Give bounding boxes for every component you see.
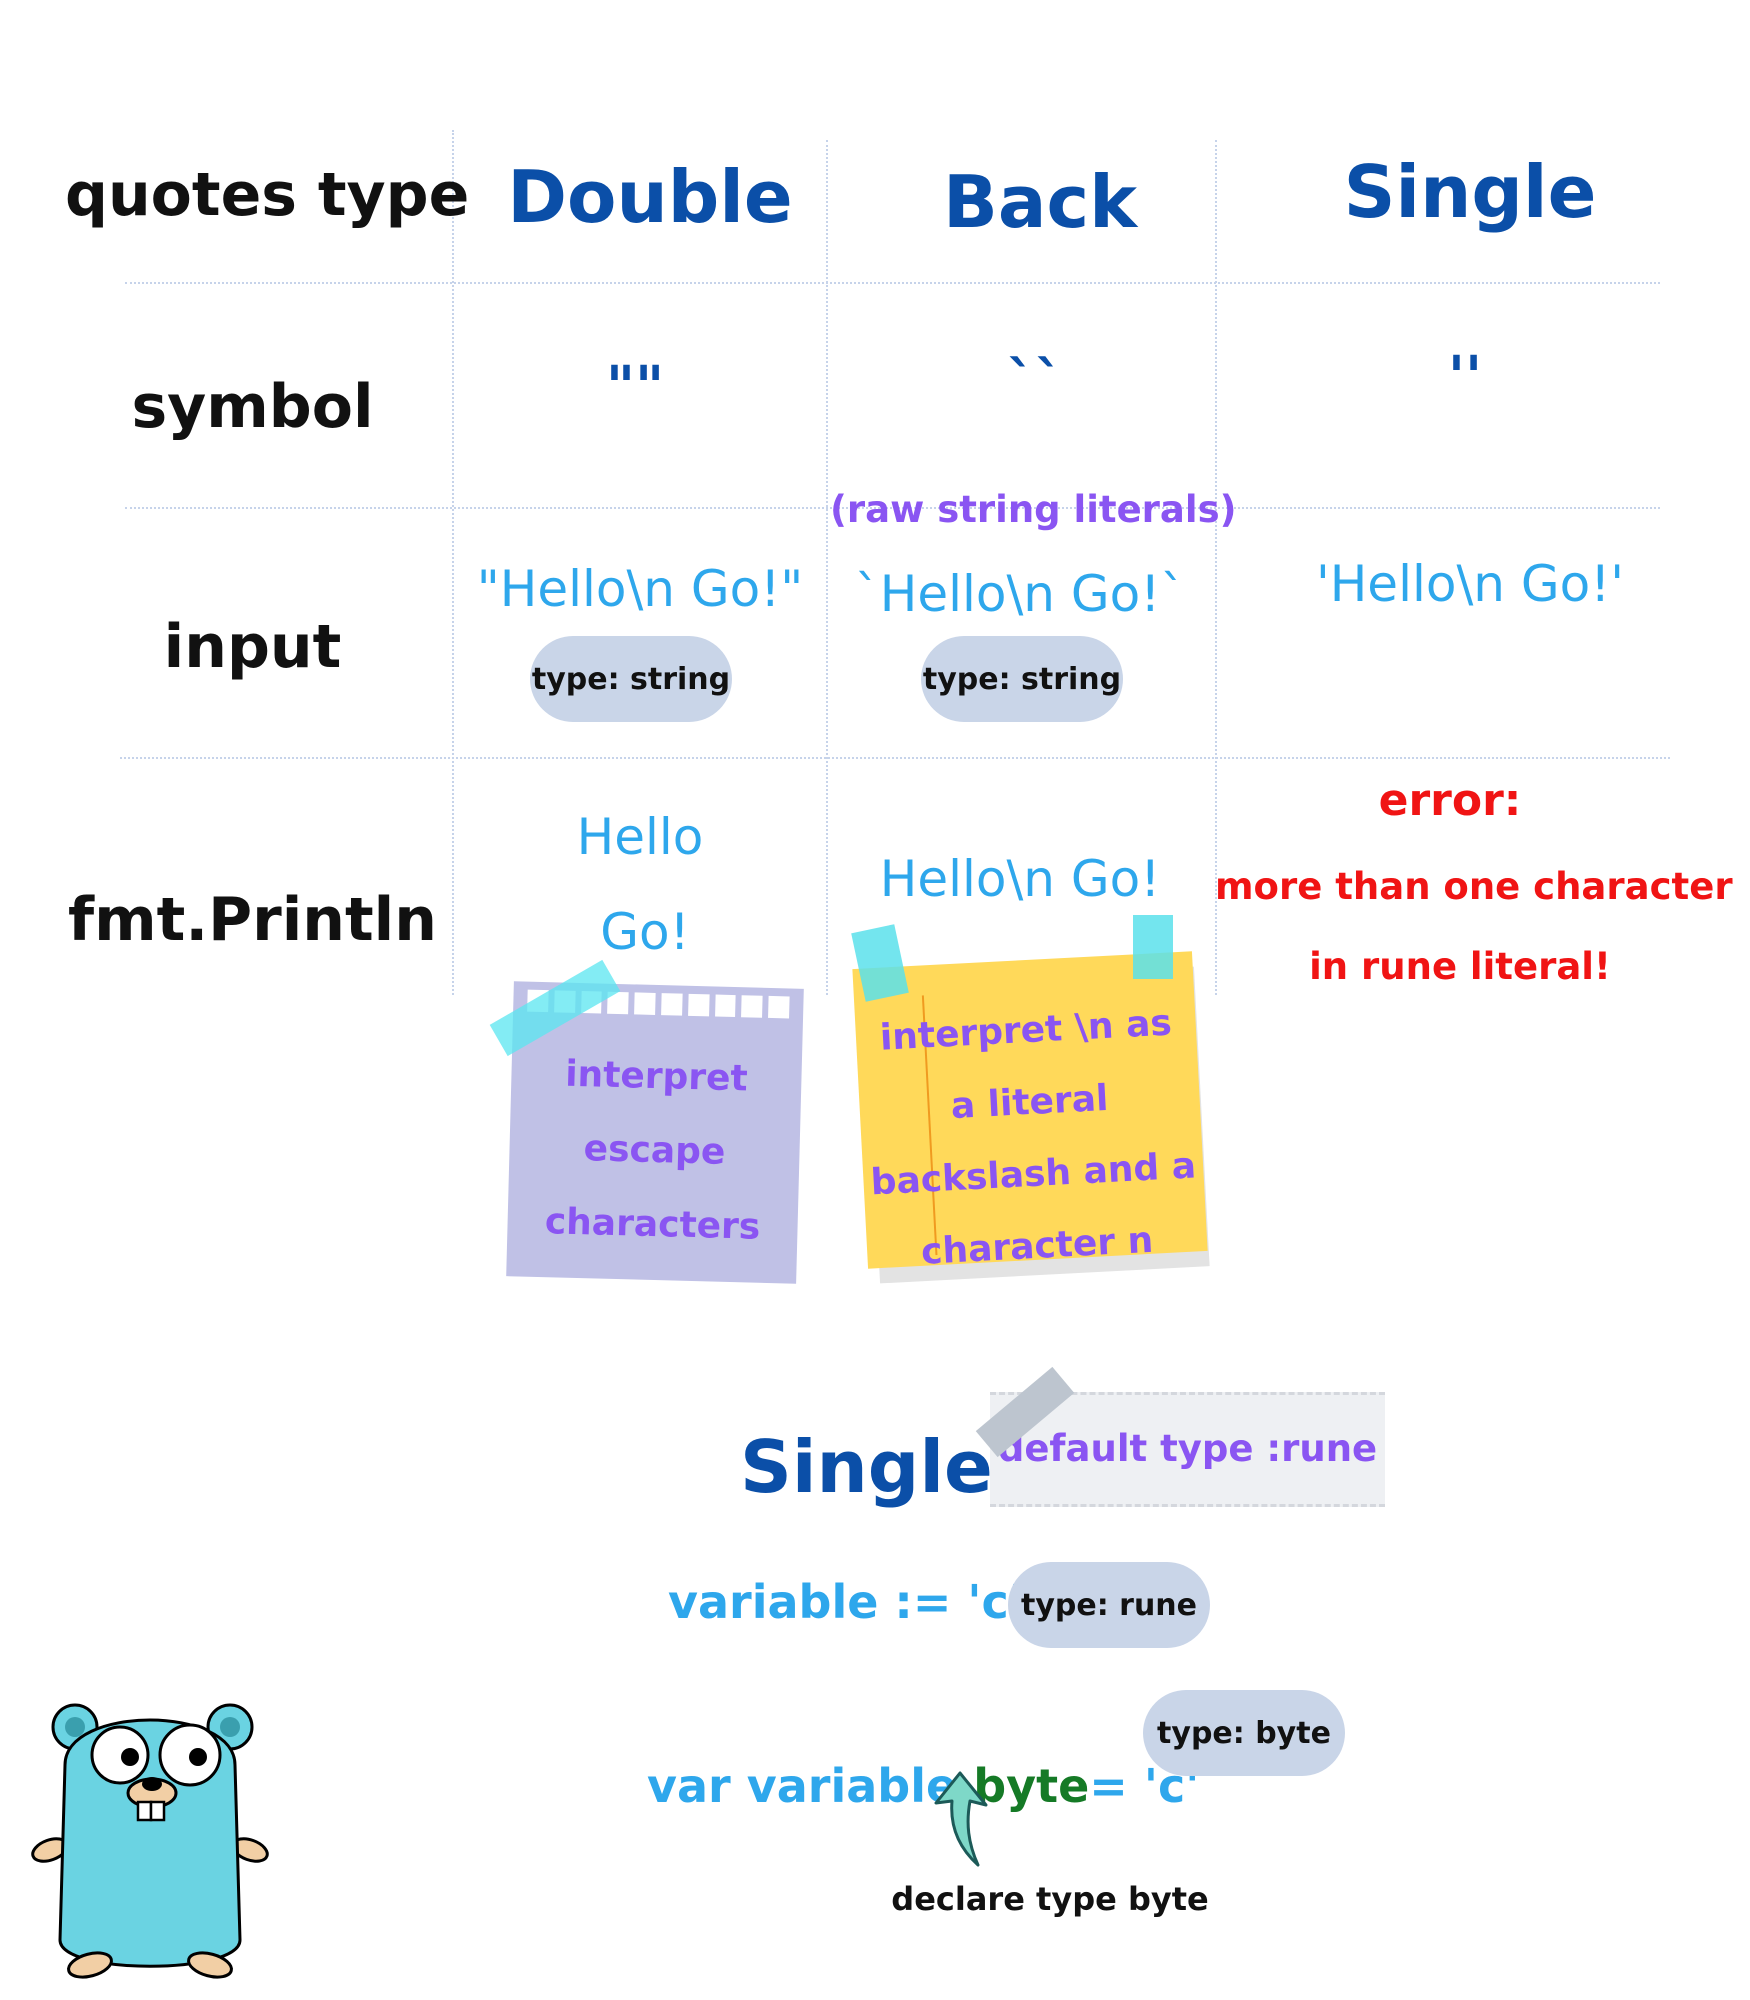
column-heading-single: Single [1343, 150, 1597, 234]
row-label-quotes-type: quotes type [65, 160, 470, 230]
up-arrow-icon [934, 1771, 988, 1867]
output-double-line2: Go! [600, 903, 690, 961]
gopher-mascot-icon [31, 1703, 269, 1979]
raw-string-literals-label: (raw string literals) [830, 488, 1237, 531]
input-double: "Hello\n Go!" [476, 560, 804, 618]
symbol-double-quotes: "" [605, 355, 665, 420]
error-title: error: [1378, 775, 1522, 826]
input-single: 'Hello\n Go!' [1315, 555, 1625, 613]
grid-line-horizontal-3 [120, 757, 1670, 759]
row-label-input: input [163, 612, 342, 682]
type-badge-double: type: string [530, 636, 732, 722]
sticky-note-back: interpret \n as a literal backslash and … [852, 951, 1208, 1269]
type-badge-back: type: string [921, 636, 1123, 722]
arrow-label: declare type byte [891, 1880, 1209, 1918]
error-line1: more than one character [1215, 865, 1733, 908]
single-section-title: Single [740, 1425, 993, 1509]
symbol-single-quotes: '' [1447, 345, 1483, 410]
note-double-line3: characters [544, 1201, 761, 1248]
grid-line-vertical-2 [826, 140, 828, 995]
tape-label-text: default type :rune [997, 1427, 1378, 1470]
type-badge-byte: type: byte [1143, 1690, 1345, 1776]
column-heading-double: Double [507, 155, 793, 239]
note-double-line2: escape [583, 1128, 726, 1173]
symbol-backticks: `` [1007, 350, 1063, 415]
input-back: `Hello\n Go!` [854, 565, 1186, 623]
column-heading-back: Back [942, 160, 1138, 244]
output-back: Hello\n Go! [879, 850, 1161, 908]
type-badge-rune: type: rune [1008, 1562, 1210, 1648]
example-rune-code: variable := 'c' [668, 1575, 1023, 1629]
tape-piece-right [1133, 915, 1173, 979]
output-double-line1: Hello [576, 808, 704, 866]
error-line2: in rune literal! [1309, 945, 1611, 988]
example-byte-code: var variable byte= 'c' [615, 1705, 1199, 1813]
grid-line-horizontal-1 [125, 282, 1660, 284]
row-label-symbol: symbol [131, 372, 374, 442]
example-byte-code-part1: var variable [647, 1759, 974, 1813]
row-label-println: fmt.Println [68, 885, 437, 955]
grid-line-vertical-1 [452, 130, 454, 995]
note-double-line1: interpret [564, 1053, 749, 1100]
